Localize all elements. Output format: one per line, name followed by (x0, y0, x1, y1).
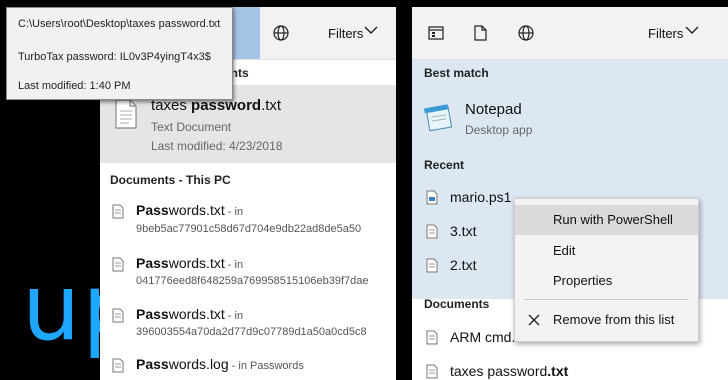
best-match-header: Best match (424, 66, 489, 80)
menu-item-remove[interactable]: Remove from this list (515, 305, 698, 335)
documents-header: Documents (424, 297, 490, 311)
doc-path: 396003554a70da2d77d9c07789d1a50a0cd5c8 (136, 326, 367, 338)
best-match-modified: Last modified: 4/23/2018 (151, 139, 283, 153)
recent-item-name: 2.txt (450, 257, 477, 273)
filters-button[interactable]: Filters (328, 26, 363, 41)
close-icon (528, 314, 540, 326)
text-document-icon (115, 99, 137, 129)
document-icon (426, 224, 438, 239)
web-globe-icon[interactable] (273, 25, 289, 41)
context-menu: Run with PowerShell Edit Properties Remo… (514, 198, 699, 342)
recent-item-name: mario.ps1 (450, 189, 512, 205)
doc-name: taxes password.txt (450, 363, 569, 379)
best-match-type: Desktop app (465, 123, 533, 137)
document-icon (426, 330, 438, 345)
chevron-down-icon[interactable] (685, 25, 699, 35)
doc-name: Passwords.txt - in (136, 255, 244, 271)
tooltip-modified: Last modified: 1:40 PM (18, 80, 131, 92)
best-match-type: Text Document (151, 120, 232, 134)
search-toolbar: Filters (412, 7, 728, 60)
filters-button[interactable]: Filters (648, 26, 683, 41)
menu-separator (525, 299, 688, 300)
doc-name: Passwords.log - in Passwords (136, 356, 304, 372)
notepad-app-icon (424, 104, 453, 132)
file-preview-tooltip: C:\Users\root\Desktop\taxes password.txt… (6, 7, 233, 100)
web-globe-icon[interactable] (518, 25, 534, 41)
menu-item-edit[interactable]: Edit (515, 236, 698, 266)
tooltip-content: TurboTax password: IL0v3P4yingT4x3$ (18, 51, 211, 63)
document-icon[interactable] (474, 25, 487, 41)
doc-name: Passwords.txt - in (136, 202, 244, 218)
menu-item-run-powershell[interactable]: Run with PowerShell (515, 205, 698, 235)
recent-item-name: 3.txt (450, 223, 477, 239)
document-icon (426, 364, 438, 379)
apps-icon[interactable] (428, 26, 444, 40)
menu-item-properties[interactable]: Properties (515, 266, 698, 296)
doc-path: 041776eed8f648259a769958515106eb39f7dae (136, 275, 369, 287)
documents-this-pc-header: Documents - This PC (110, 173, 231, 187)
document-icon (426, 258, 438, 273)
tooltip-path: C:\Users\root\Desktop\taxes password.txt (18, 18, 221, 30)
document-icon (112, 308, 124, 323)
document-icon (112, 204, 124, 219)
document-icon (112, 257, 124, 272)
script-file-icon (426, 190, 438, 205)
doc-name: Passwords.txt - in (136, 306, 244, 322)
doc-name: ARM cmd. (450, 329, 516, 345)
chevron-down-icon[interactable] (364, 25, 378, 35)
recent-header: Recent (424, 158, 465, 172)
document-icon (112, 358, 124, 373)
best-match-name: Notepad (465, 101, 522, 118)
doc-path: 9beb5ac77901c58d67d704e9db22ad8de5a50 (136, 223, 362, 235)
